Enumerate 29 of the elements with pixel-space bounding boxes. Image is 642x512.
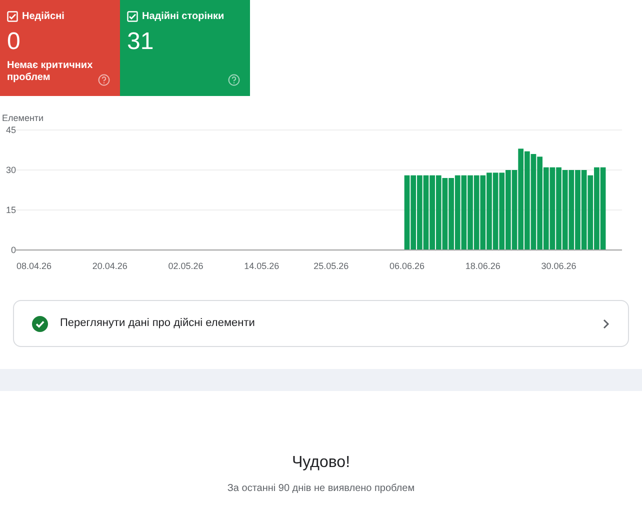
card-value: 31 xyxy=(127,28,155,56)
axis-tick-label: 02.05.26 xyxy=(168,261,204,271)
axis-tick-label: 45 xyxy=(6,125,16,135)
card-note: Немає критичних проблем xyxy=(7,60,94,84)
axis-tick-label: 25.05.26 xyxy=(314,261,349,271)
result-subtitle: За останні 90 днів не виявлено проблем xyxy=(227,482,415,496)
checked-checkbox-icon[interactable] xyxy=(127,11,138,22)
status-card[interactable]: Надійні сторінки 31 xyxy=(120,0,250,96)
card-label: Надійні сторінки xyxy=(142,10,224,24)
help-icon[interactable] xyxy=(98,74,110,86)
axis-tick-label: 18.06.26 xyxy=(465,261,500,271)
axis-tick-label: 06.06.26 xyxy=(390,261,425,271)
card-label: Недійсні xyxy=(22,10,64,24)
axis-tick-label: 15 xyxy=(6,205,16,215)
check-circle-icon xyxy=(32,316,48,332)
result-title: Чудово! xyxy=(292,453,350,473)
checked-checkbox-icon[interactable] xyxy=(7,11,18,22)
axis-tick-label: 30.06.26 xyxy=(541,261,576,271)
link-label: Переглянути дані про дійсні елементи xyxy=(60,316,256,332)
axis-title: Елементи xyxy=(2,113,44,123)
help-icon[interactable] xyxy=(228,74,240,86)
axis-tick-label: 14.05.26 xyxy=(244,261,280,271)
status-card[interactable]: Недійсні 0 Немає критичних проблем xyxy=(0,0,120,96)
chevron-right-icon xyxy=(602,318,610,328)
axis-tick-label: 08.04.26 xyxy=(16,261,52,271)
axis-tick-label: 20.04.26 xyxy=(92,261,128,271)
details-link[interactable]: Переглянути дані про дійсні елементи xyxy=(13,300,629,347)
axis-tick-label: 30 xyxy=(6,165,16,175)
card-value: 0 xyxy=(7,28,22,56)
